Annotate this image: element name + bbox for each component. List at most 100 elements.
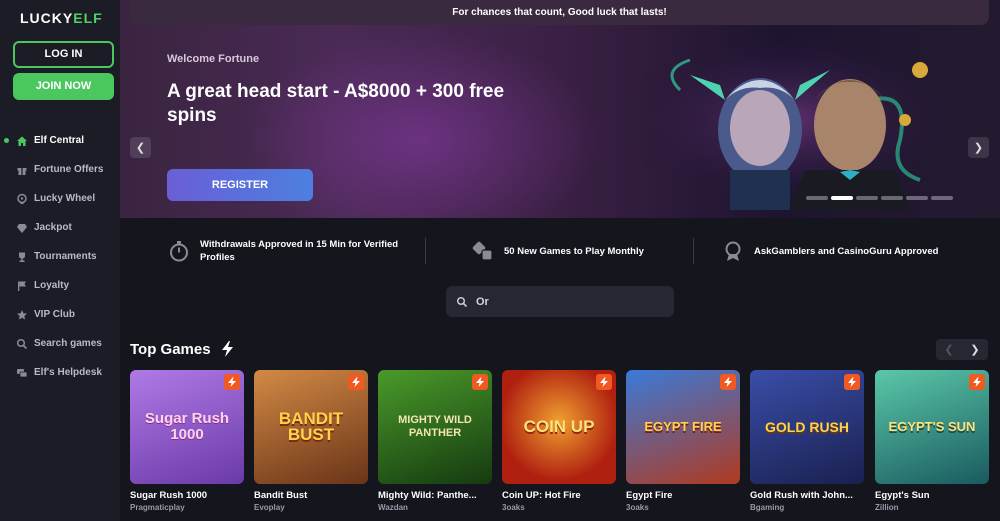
- game-name: Mighty Wild: Panthe...: [378, 490, 477, 501]
- slide-dot[interactable]: [881, 196, 903, 200]
- diamond-icon: [16, 222, 28, 234]
- sidebar-item-lucky-wheel[interactable]: Lucky Wheel: [0, 184, 120, 213]
- game-provider: Evoplay: [254, 503, 285, 512]
- game-card[interactable]: EGYPT FIRE Egypt Fire 3oaks: [626, 370, 740, 512]
- game-art-title: MIGHTY WILD PANTHER: [398, 414, 472, 439]
- hero-slide-indicators: [806, 196, 953, 200]
- sidebar-item-label: Search games: [34, 338, 102, 349]
- feature-withdrawals: Withdrawals Approved in 15 Min for Verif…: [168, 238, 418, 264]
- sidebar-item-fortune-offers[interactable]: Fortune Offers: [0, 155, 120, 184]
- flag-icon: [16, 280, 28, 292]
- chevron-right-icon: ❯: [973, 142, 984, 154]
- game-art-title: EGYPT FIRE: [644, 419, 722, 434]
- sidebar-item-label: Fortune Offers: [34, 164, 104, 175]
- sidebar-item-label: Loyalty: [34, 280, 70, 291]
- feature-divider: [425, 238, 426, 264]
- sidebar-item-search-games[interactable]: Search games: [0, 329, 120, 358]
- game-name: Egypt's Sun: [875, 490, 930, 501]
- game-thumbnail[interactable]: MIGHTY WILD PANTHER: [378, 370, 492, 484]
- search-icon: [456, 296, 468, 307]
- hot-badge: [969, 374, 985, 390]
- star-icon: [16, 309, 28, 321]
- game-card[interactable]: COIN UP Coin UP: Hot Fire 3oaks: [502, 370, 616, 512]
- feature-text: Withdrawals Approved in 15 Min for Verif…: [200, 239, 399, 263]
- hot-badge: [348, 374, 364, 390]
- sidebar-item-label: Jackpot: [34, 222, 72, 233]
- join-now-button[interactable]: JOIN NOW: [13, 73, 114, 100]
- sidebar-item-label: Lucky Wheel: [34, 193, 96, 204]
- home-icon: [16, 135, 28, 147]
- game-art-title: EGYPT'S SUN: [888, 419, 976, 434]
- game-provider: Bgaming: [750, 503, 785, 512]
- wheel-icon: [16, 193, 28, 205]
- slide-dot-active[interactable]: [831, 196, 853, 200]
- chevron-left-icon: ❮: [944, 344, 954, 356]
- slide-dot[interactable]: [931, 196, 953, 200]
- game-card[interactable]: EGYPT'S SUN Egypt's Sun Zillion: [875, 370, 989, 512]
- sidebar-item-loyalty[interactable]: Loyalty: [0, 271, 120, 300]
- slide-dot[interactable]: [806, 196, 828, 200]
- lucky-elf-logo[interactable]: LUCKY ELF: [20, 8, 104, 28]
- slide-dot[interactable]: [906, 196, 928, 200]
- feature-divider: [693, 238, 694, 264]
- hero-next-arrow[interactable]: ❯: [968, 137, 989, 158]
- section-title-text: Top Games: [130, 340, 211, 358]
- chat-icon: [16, 367, 28, 379]
- hot-badge: [224, 374, 240, 390]
- lightning-icon: [848, 377, 856, 387]
- game-thumbnail[interactable]: GOLD RUSH: [750, 370, 864, 484]
- top-games-heading: Top Games: [130, 340, 237, 358]
- lightning-icon: [476, 377, 484, 387]
- game-art-title: BANDIT BUST: [278, 409, 344, 444]
- logo-text-lucky: LUCKY: [20, 10, 74, 26]
- feature-text: AskGamblers and CasinoGuru Approved: [754, 245, 939, 257]
- hot-badge: [720, 374, 736, 390]
- slide-dot[interactable]: [856, 196, 878, 200]
- hero-prev-arrow[interactable]: ❮: [130, 137, 151, 158]
- game-card[interactable]: Sugar Rush 1000 Sugar Rush 1000 Pragmati…: [130, 370, 244, 512]
- dice-icon: [472, 241, 493, 261]
- sidebar-item-label: Tournaments: [34, 251, 97, 262]
- feature-approved: AskGamblers and CasinoGuru Approved: [722, 240, 938, 262]
- hot-badge: [844, 374, 860, 390]
- game-thumbnail[interactable]: COIN UP: [502, 370, 616, 484]
- game-provider: Pragmaticplay: [130, 503, 185, 512]
- games-next-button[interactable]: ❯: [962, 339, 988, 360]
- hot-badge: [596, 374, 612, 390]
- game-provider: Wazdan: [378, 503, 408, 512]
- search-input[interactable]: Or: [446, 286, 674, 317]
- sidebar-item-elf-central[interactable]: Elf Central: [0, 126, 120, 155]
- games-prev-button[interactable]: ❮: [936, 339, 962, 360]
- feature-text: 50 New Games to Play Monthly: [504, 245, 644, 257]
- search-input-value: Or: [476, 295, 489, 308]
- sidebar-item-helpdesk[interactable]: Elf's Helpdesk: [0, 358, 120, 387]
- lightning-icon: [228, 377, 236, 387]
- hero-welcome-text: Welcome Fortune: [167, 53, 260, 65]
- search-icon: [16, 338, 28, 350]
- trophy-icon: [16, 251, 28, 263]
- promo-top-banner: For chances that count, Good luck that l…: [130, 0, 989, 25]
- game-thumbnail[interactable]: BANDIT BUST: [254, 370, 368, 484]
- lightning-icon: [973, 377, 981, 387]
- game-provider: Zillion: [875, 503, 899, 512]
- game-card[interactable]: BANDIT BUST Bandit Bust Evoplay: [254, 370, 368, 512]
- login-button[interactable]: LOG IN: [13, 41, 114, 68]
- game-art-title: GOLD RUSH: [765, 419, 849, 435]
- register-button[interactable]: REGISTER: [167, 169, 313, 201]
- sidebar-item-label: Elf's Helpdesk: [34, 367, 102, 378]
- game-thumbnail[interactable]: EGYPT'S SUN: [875, 370, 989, 484]
- hero-characters-illustration: [620, 30, 960, 210]
- sidebar-item-jackpot[interactable]: Jackpot: [0, 213, 120, 242]
- award-icon: [725, 241, 741, 261]
- game-art-title: Sugar Rush 1000: [144, 410, 230, 443]
- game-card[interactable]: MIGHTY WILD PANTHER Mighty Wild: Panthe.…: [378, 370, 492, 512]
- feature-new-games: 50 New Games to Play Monthly: [472, 240, 644, 262]
- sidebar-item-tournaments[interactable]: Tournaments: [0, 242, 120, 271]
- game-name: Sugar Rush 1000: [130, 490, 208, 501]
- hero-headline: A great head start - A$8000 + 300 free s…: [167, 81, 505, 126]
- sidebar-item-vip-club[interactable]: VIP Club: [0, 300, 120, 329]
- game-thumbnail[interactable]: Sugar Rush 1000: [130, 370, 244, 484]
- game-thumbnail[interactable]: EGYPT FIRE: [626, 370, 740, 484]
- lightning-icon: [724, 377, 732, 387]
- game-card[interactable]: GOLD RUSH Gold Rush with John... Bgaming: [750, 370, 864, 512]
